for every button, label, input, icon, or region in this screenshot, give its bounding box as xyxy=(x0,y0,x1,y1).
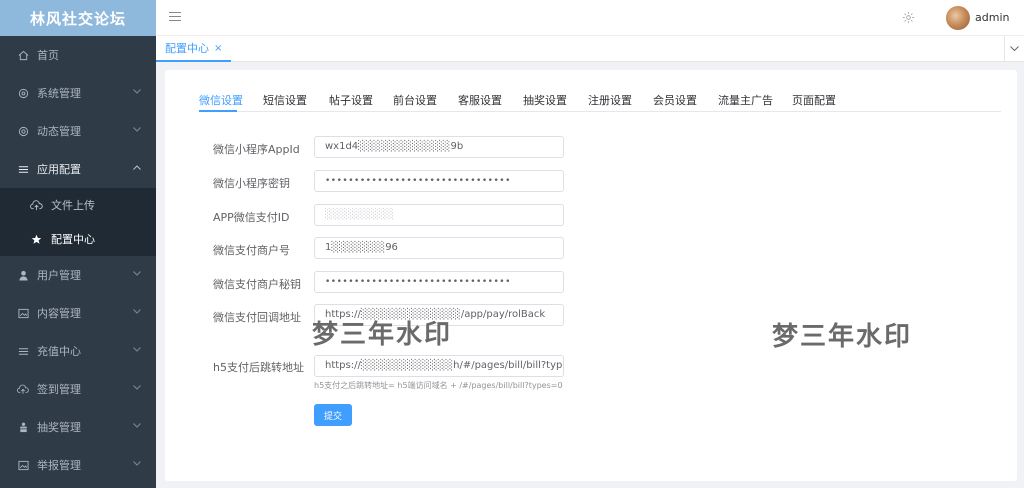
h5-redirect-input[interactable]: https://░░░░░░░░░░░░h/#/pages/bill/bill?… xyxy=(314,355,564,377)
sidebar-item-home[interactable]: 首页 xyxy=(0,36,156,74)
sidebar: 林风社交论坛 首页 系统管理 动态管理 应用配置 文件上传 配置中心 用户管理 … xyxy=(0,0,156,488)
image-icon xyxy=(17,307,29,319)
sidebar-item-users[interactable]: 用户管理 xyxy=(0,256,156,294)
chevron-down-icon xyxy=(132,269,141,278)
sidebar-item-label: 举报管理 xyxy=(37,459,81,472)
chevron-down-icon xyxy=(132,421,141,430)
sidebar-item-recharge[interactable]: 充值中心 xyxy=(0,332,156,370)
sidebar-item-label: 动态管理 xyxy=(37,125,81,138)
merchant-key-label: 微信支付商户秘钥 xyxy=(213,278,301,291)
sidebar-item-label: 充值中心 xyxy=(37,345,81,358)
star-icon xyxy=(29,234,43,245)
app-secret-input[interactable]: •••••••••••••••••••••••••••••••• xyxy=(314,170,564,192)
lottery-icon xyxy=(17,421,29,433)
chevron-down-icon xyxy=(132,87,141,96)
submit-button[interactable]: 提交 xyxy=(314,404,352,426)
gear-icon xyxy=(17,87,29,99)
sidebar-subitem-config-center[interactable]: 配置中心 xyxy=(0,222,156,256)
appid-input[interactable]: wx1d4░░░░░░░░░░░░9b xyxy=(314,136,564,158)
sidebar-item-label: 抽奖管理 xyxy=(37,421,81,434)
merchant-id-input[interactable]: 1░░░░░░░96 xyxy=(314,237,564,259)
chevron-down-icon xyxy=(132,307,141,316)
subtab-wechat[interactable]: 微信设置 xyxy=(199,92,243,108)
image-icon xyxy=(17,459,29,471)
sidebar-item-label: 首页 xyxy=(37,49,59,62)
subtab-traffic-ads[interactable]: 流量主广告 xyxy=(718,92,773,108)
sidebar-item-lottery[interactable]: 抽奖管理 xyxy=(0,408,156,446)
subtab-lottery[interactable]: 抽奖设置 xyxy=(523,92,567,108)
chevron-down-icon xyxy=(132,459,141,468)
chevron-up-icon xyxy=(132,163,141,172)
sidebar-item-content[interactable]: 内容管理 xyxy=(0,294,156,332)
username[interactable]: admin xyxy=(975,11,1009,24)
sidebar-subitem-label: 文件上传 xyxy=(51,199,95,212)
appid-label: 微信小程序AppId xyxy=(213,143,300,156)
subtab-page-config[interactable]: 页面配置 xyxy=(792,92,836,108)
active-subtab-indicator xyxy=(199,110,237,112)
app-secret-label: 微信小程序密钥 xyxy=(213,177,290,190)
subtab-membership[interactable]: 会员设置 xyxy=(653,92,697,108)
cloud-upload-icon xyxy=(29,199,43,211)
user-icon xyxy=(17,269,29,281)
top-header: admin xyxy=(156,0,1024,36)
sidebar-item-reports[interactable]: 举报管理 xyxy=(0,446,156,484)
sidebar-item-system[interactable]: 系统管理 xyxy=(0,74,156,112)
app-logo-title: 林风社交论坛 xyxy=(0,0,156,36)
sidebar-item-label: 系统管理 xyxy=(37,87,81,100)
watermark-text: 梦三年水印 xyxy=(312,320,453,350)
chevron-down-icon xyxy=(132,125,141,134)
sidebar-item-label: 内容管理 xyxy=(37,307,81,320)
menu-icon xyxy=(17,345,29,357)
chevron-down-icon xyxy=(132,345,141,354)
sidebar-subitem-file-upload[interactable]: 文件上传 xyxy=(0,188,156,222)
subtab-frontend[interactable]: 前台设置 xyxy=(393,92,437,108)
sidebar-item-checkin[interactable]: 签到管理 xyxy=(0,370,156,408)
chevron-down-icon xyxy=(132,383,141,392)
callback-url-label: 微信支付回调地址 xyxy=(213,311,301,324)
menu-icon xyxy=(17,163,29,175)
subtab-sms[interactable]: 短信设置 xyxy=(263,92,307,108)
settings-gear-icon[interactable] xyxy=(902,11,916,25)
app-pay-id-label: APP微信支付ID xyxy=(213,211,290,224)
subtab-customer-service[interactable]: 客服设置 xyxy=(458,92,502,108)
sidebar-item-label: 应用配置 xyxy=(37,163,81,176)
sidebar-item-app-config[interactable]: 应用配置 xyxy=(0,150,156,188)
cloud-upload-icon xyxy=(17,383,29,395)
app-pay-id-input[interactable]: ░░░░░░░░░ xyxy=(314,204,564,226)
sidebar-item-dynamics[interactable]: 动态管理 xyxy=(0,112,156,150)
close-icon[interactable]: × xyxy=(214,43,222,54)
sidebar-item-label: 用户管理 xyxy=(37,269,81,282)
watermark-text: 梦三年水印 xyxy=(772,322,913,352)
subtab-register[interactable]: 注册设置 xyxy=(588,92,632,108)
config-card: 微信设置 短信设置 帖子设置 前台设置 客服设置 抽奖设置 注册设置 会员设置 … xyxy=(165,70,1017,481)
sidebar-subitem-label: 配置中心 xyxy=(51,233,95,246)
home-icon xyxy=(17,49,29,61)
merchant-id-label: 微信支付商户号 xyxy=(213,244,290,257)
page-tabs-bar: 配置中心 × xyxy=(156,36,1024,62)
avatar[interactable] xyxy=(946,6,970,30)
hamburger-menu-icon[interactable] xyxy=(169,12,181,22)
h5-redirect-label: h5支付后跳转地址 xyxy=(213,361,304,374)
subtab-posts[interactable]: 帖子设置 xyxy=(329,92,373,108)
tab-label: 配置中心 xyxy=(165,42,209,55)
at-icon xyxy=(17,125,29,137)
config-subtabs: 微信设置 短信设置 帖子设置 前台设置 客服设置 抽奖设置 注册设置 会员设置 … xyxy=(199,92,1001,112)
tab-config-center[interactable]: 配置中心 × xyxy=(156,36,232,62)
h5-redirect-hint: h5支付之后跳转地址= h5端访问域名 + /#/pages/bill/bill… xyxy=(314,381,563,390)
merchant-key-input[interactable]: •••••••••••••••••••••••••••••••• xyxy=(314,271,564,293)
sidebar-submenu: 文件上传 配置中心 xyxy=(0,188,156,256)
sidebar-item-label: 签到管理 xyxy=(37,383,81,396)
tabs-dropdown-chevron-icon[interactable] xyxy=(1004,36,1024,61)
